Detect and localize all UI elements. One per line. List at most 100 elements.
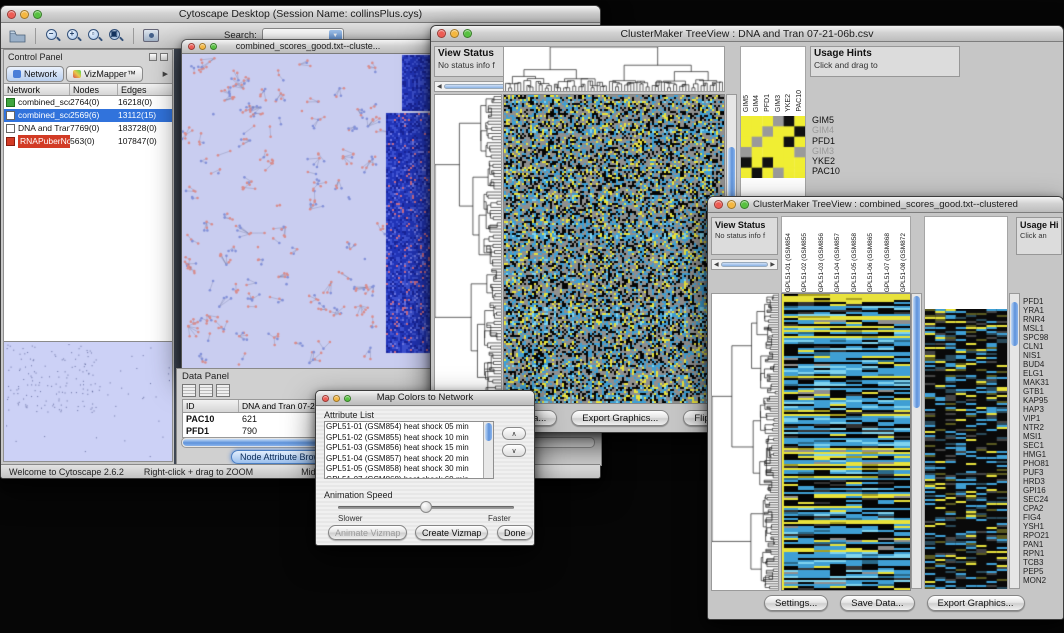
move-down-button[interactable]: ∨ [502, 444, 526, 457]
gene-label[interactable]: MSI1 [1023, 432, 1063, 441]
column-header[interactable]: Network [4, 84, 70, 95]
gene-label[interactable]: HRD3 [1023, 477, 1063, 486]
attribute-list-item[interactable]: GPL51-05 (GSM858) heat shock 30 min [326, 464, 482, 475]
snapshot-icon[interactable] [143, 29, 159, 42]
column-dendrogram[interactable] [503, 46, 725, 92]
gene-label[interactable]: RNR4 [1023, 315, 1063, 324]
tab-overflow-icon[interactable]: ▶ [163, 70, 170, 78]
close-panel-icon[interactable] [160, 53, 168, 61]
gene-label[interactable]: NTR2 [1023, 423, 1063, 432]
scroll-left-icon[interactable]: ◀ [714, 261, 719, 268]
close-icon[interactable] [714, 200, 723, 209]
scrollbar-thumb[interactable] [485, 423, 492, 441]
minimize-icon[interactable] [727, 200, 736, 209]
gene-label[interactable]: RPN1 [1023, 549, 1063, 558]
close-icon[interactable] [437, 29, 446, 38]
network-list-row[interactable]: combined_scores 2764(0) 16218(0) [4, 96, 172, 109]
gene-label[interactable]: MON2 [1023, 576, 1063, 585]
network-list-row[interactable]: combined_sco 2569(6) 13112(15) [4, 109, 172, 122]
gene-label[interactable]: YRA1 [1023, 306, 1063, 315]
attribute-matrix-icon[interactable] [216, 384, 230, 397]
slider-handle[interactable] [420, 501, 432, 513]
treeview-action-button[interactable]: Export Graphics... [571, 410, 669, 426]
gene-label[interactable]: RPO21 [1023, 531, 1063, 540]
gene-label[interactable]: TCB3 [1023, 558, 1063, 567]
animation-speed-slider[interactable] [338, 501, 514, 513]
network-list-row[interactable]: DNA and Tran 07 7769(0) 183728(0) [4, 122, 172, 135]
network-overview-thumbnail[interactable] [6, 344, 170, 458]
network-canvas[interactable] [182, 54, 434, 369]
gene-label[interactable]: VIP1 [1023, 414, 1063, 423]
open-folder-icon[interactable] [9, 29, 26, 43]
gene-label[interactable]: PHO81 [1023, 459, 1063, 468]
dialog-titlebar[interactable]: Map Colors to Network [316, 391, 534, 406]
gene-label[interactable]: HMG1 [1023, 450, 1063, 459]
control-panel-tab[interactable]: Network [6, 66, 64, 82]
gene-label[interactable]: KAP95 [1023, 396, 1063, 405]
expression-heatmap[interactable] [503, 94, 725, 404]
gene-label[interactable]: PFD1 [1023, 297, 1063, 306]
maximize-icon[interactable] [210, 43, 217, 50]
maximize-icon[interactable] [740, 200, 749, 209]
dendrogram-h-scrollbar[interactable]: ◀ ▶ [711, 259, 778, 270]
treeview1-titlebar[interactable]: ClusterMaker TreeView : DNA and Tran 07-… [431, 26, 1063, 42]
list-scrollbar[interactable] [483, 422, 493, 478]
scrollbar-thumb[interactable] [1011, 302, 1018, 346]
create-vizmap-button[interactable]: Create Vizmap [415, 525, 488, 540]
move-up-button[interactable]: ∧ [502, 427, 526, 440]
gene-label[interactable]: SEC1 [1023, 441, 1063, 450]
zoom-in-icon[interactable]: + [66, 28, 82, 44]
gene-label[interactable]: MAK31 [1023, 378, 1063, 387]
gene-label[interactable]: GPI16 [1023, 486, 1063, 495]
minimize-icon[interactable] [450, 29, 459, 38]
treeview2-titlebar[interactable]: ClusterMaker TreeView : combined_scores_… [708, 197, 1063, 213]
gene-label[interactable]: GTB1 [1023, 387, 1063, 396]
float-panel-icon[interactable] [149, 53, 157, 61]
scroll-left-icon[interactable]: ◀ [437, 83, 442, 90]
animate-vizmap-button[interactable]: Animate Vizmap [328, 525, 407, 540]
close-icon[interactable] [7, 10, 16, 19]
close-icon[interactable] [322, 395, 329, 402]
attribute-list-item[interactable]: GPL51-03 (GSM856) heat shock 15 min [326, 443, 482, 454]
done-button[interactable]: Done [497, 525, 533, 540]
secondary-heatmap[interactable] [925, 309, 1007, 589]
attribute-select-icon[interactable] [182, 384, 196, 397]
expression-heatmap[interactable] [781, 293, 911, 591]
maximize-icon[interactable] [33, 10, 42, 19]
maximize-icon[interactable] [463, 29, 472, 38]
attribute-list-item[interactable]: GPL51-07 (GSM868) heat shock 60 min [326, 475, 482, 479]
gene-label[interactable]: SEC24 [1023, 495, 1063, 504]
gene-label[interactable]: YSH1 [1023, 522, 1063, 531]
attribute-list-item[interactable]: GPL51-02 (GSM855) heat shock 10 min [326, 433, 482, 444]
gene-label[interactable]: PUF3 [1023, 468, 1063, 477]
treeview-action-button[interactable]: Settings... [764, 595, 828, 611]
minimize-icon[interactable] [199, 43, 206, 50]
treeview-action-button[interactable]: Save Data... [840, 595, 914, 611]
attribute-list-item[interactable]: GPL51-01 (GSM854) heat shock 05 min [326, 422, 482, 433]
main-titlebar[interactable]: Cytoscape Desktop (Session Name: collins… [1, 6, 600, 23]
zoom-selection-icon[interactable]: ▫ [87, 28, 103, 44]
minimize-icon[interactable] [333, 395, 340, 402]
minimize-icon[interactable] [20, 10, 29, 19]
scroll-right-icon[interactable]: ▶ [770, 261, 775, 268]
attribute-list-item[interactable]: GPL51-04 (GSM857) heat shock 20 min [326, 454, 482, 465]
gene-label[interactable]: CLN1 [1023, 342, 1063, 351]
secondary-vscrollbar[interactable] [1009, 293, 1020, 589]
zoom-out-icon[interactable]: − [45, 28, 61, 44]
correlation-matrix[interactable] [741, 116, 805, 178]
scrollbar-thumb[interactable] [913, 296, 920, 408]
gene-label[interactable]: ELG1 [1023, 369, 1063, 378]
zoom-fit-icon[interactable]: ▣ [108, 28, 124, 44]
gene-label[interactable]: SPC98 [1023, 333, 1063, 342]
maximize-icon[interactable] [344, 395, 351, 402]
gene-label[interactable]: PEP5 [1023, 567, 1063, 576]
attribute-column-header[interactable]: ID [183, 400, 239, 412]
attribute-list[interactable]: GPL51-01 (GSM854) heat shock 05 minGPL51… [324, 421, 494, 479]
close-icon[interactable] [188, 43, 195, 50]
heatmap-vscrollbar[interactable] [911, 293, 922, 589]
gene-label[interactable]: CPA2 [1023, 504, 1063, 513]
gene-label[interactable]: BUD4 [1023, 360, 1063, 369]
gene-label[interactable]: PAN1 [1023, 540, 1063, 549]
gene-label[interactable]: NIS1 [1023, 351, 1063, 360]
gene-label[interactable]: HAP3 [1023, 405, 1063, 414]
